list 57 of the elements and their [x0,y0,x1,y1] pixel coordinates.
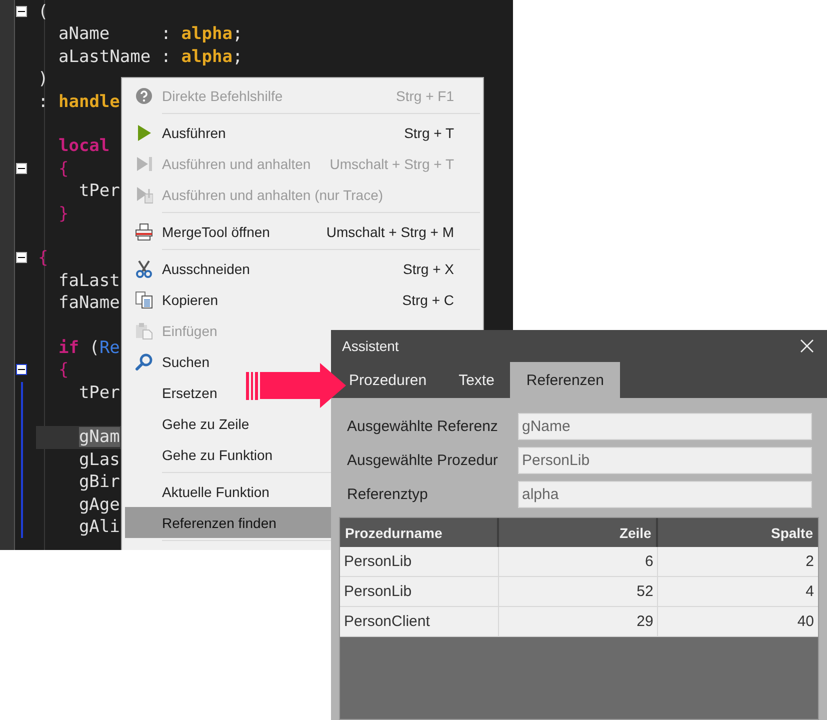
menu-item[interactable]: MergeTool öffnen Umschalt + Strg + M [125,216,480,247]
code-line: aLastName : alpha; [58,46,243,67]
help-icon [134,86,152,104]
code-line: if (Re [58,338,120,358]
code-line: : handle [38,92,120,112]
code-line: faLast [58,270,120,291]
code-line: gBir [78,472,120,492]
code-line: } [58,204,69,224]
fold-toggle-icon[interactable] [16,6,27,17]
table-cell: PersonLib [340,577,499,607]
close-button[interactable] [798,337,816,355]
scissors-icon [134,260,152,278]
play-document-icon [134,186,152,204]
code-line: gAli [78,516,120,537]
fold-toggle-icon[interactable] [16,162,27,174]
column-header[interactable]: Prozedurname [340,518,499,547]
table-cell: 6 [498,547,658,577]
code-line: { [38,248,48,268]
table-cell: 2 [658,547,818,577]
copy-icon [134,290,152,308]
table-cell: 40 [658,607,818,637]
menu-item[interactable]: Kopieren Strg + C [125,284,480,315]
search-icon [134,352,152,370]
fold-toggle-icon[interactable] [16,252,27,264]
code-line: aName : alpha; [58,24,243,44]
code-line: tPer [78,181,120,202]
field-label: Referenztyp [347,486,429,503]
text-field[interactable]: alpha [518,481,812,508]
table-cell: PersonClient [340,607,499,637]
printer-icon [134,222,152,240]
table-cell: 4 [658,577,818,607]
code-line: ) [38,69,48,90]
field-label: Ausgewählte Prozedur [347,452,499,469]
tab[interactable]: Referenzen [510,362,620,398]
code-line: local [58,136,110,156]
fold-toggle-icon[interactable] [16,364,27,376]
code-line: { [58,360,69,380]
text-field[interactable]: gName [518,413,812,440]
column-header[interactable]: Zeile [498,518,658,547]
code-line: tPer [78,382,120,403]
table-cell: 29 [498,607,658,637]
column-header[interactable]: Spalte [658,518,818,547]
table-cell: PersonLib [340,547,499,577]
text-field[interactable]: PersonLib [518,447,812,474]
code-line: ( [38,2,48,22]
code-line: gLas [78,450,120,470]
code-line: faName [58,293,120,314]
code-line: { [58,158,69,179]
menu-item[interactable]: Ausschneiden Strg + X [125,253,480,284]
window-title: Assistent [342,338,399,354]
tab[interactable]: Texte [442,362,510,398]
code-line: gAge [78,494,120,515]
clipboard-icon [134,322,152,340]
play-bar-icon [134,154,152,172]
table-cell: 52 [498,577,658,607]
field-label: Ausgewählte Referenz [347,418,499,435]
menu-item[interactable]: Ausführen Strg + T [125,117,480,148]
